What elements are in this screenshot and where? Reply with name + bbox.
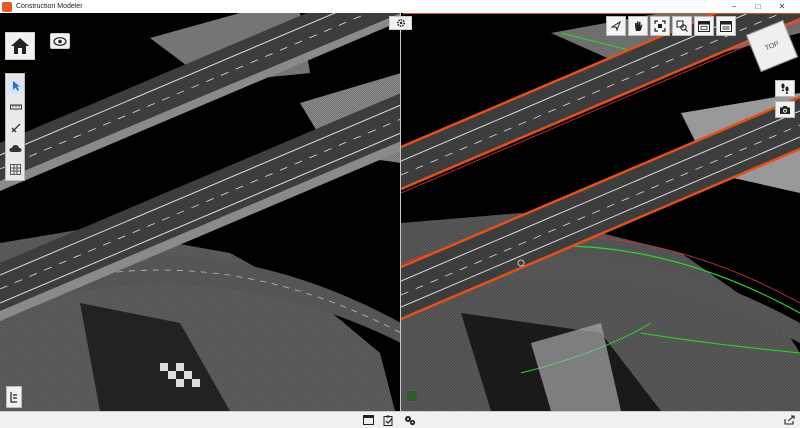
origin-marker-icon [407,391,417,401]
export-icon [784,415,795,425]
maximize-button[interactable]: □ [746,0,770,13]
measure-icon [9,104,22,109]
fit-button[interactable] [650,16,670,36]
pan-button[interactable] [628,16,648,36]
select-tool-button[interactable] [7,77,24,94]
measure-tool-button[interactable] [7,98,24,115]
grid-icon [10,164,21,175]
grid-tool-button[interactable] [7,161,24,178]
camera-button[interactable] [775,101,795,118]
right-toolbar [606,16,740,36]
window-b-icon [720,20,732,32]
left-toolbar [5,73,25,181]
window-controls: – □ ✕ [722,0,794,13]
cut-tool-button[interactable] [7,119,24,136]
view-cube-label: TOP [764,40,780,52]
left-3d-viewport[interactable] [0,13,401,411]
settings-pair-icon [404,415,415,425]
home-icon [11,38,29,54]
footprints-icon [781,83,789,94]
minimize-button[interactable]: – [722,0,746,13]
clipboard-button[interactable] [382,414,395,426]
window-b-button[interactable] [716,16,736,36]
walk-button[interactable] [775,80,795,97]
window-icon [363,415,374,425]
rotate-button[interactable] [606,16,626,36]
home-button[interactable] [5,32,35,60]
right-scene [401,13,800,411]
gear-icon [396,18,405,28]
window-title: Construction Modeler [16,3,83,10]
camera-icon [780,105,790,114]
select-icon [12,80,20,91]
zoom-window-icon [676,20,688,32]
legend-icon [10,392,17,403]
fit-icon [654,20,666,32]
visibility-button[interactable] [50,33,70,49]
app-logo-icon [2,1,12,12]
cut-icon [11,123,20,132]
bottom-status-bar [0,411,800,428]
settings-pair-button[interactable] [403,414,416,426]
rotate-icon [610,20,621,32]
view-settings-button[interactable] [389,16,412,30]
left-scene [0,13,401,411]
eye-icon [53,36,67,46]
title-bar: Construction Modeler – □ ✕ [0,0,800,13]
right-3d-viewport[interactable] [401,13,800,411]
window-a-icon [698,20,710,32]
window-a-button[interactable] [694,16,714,36]
legend-button[interactable] [6,386,22,408]
active-view-indicator [403,13,800,14]
export-button[interactable] [783,414,796,426]
clipboard-icon [383,415,393,426]
close-button[interactable]: ✕ [770,0,794,13]
cloud-icon [9,145,22,152]
pan-icon [635,21,643,31]
cloud-tool-button[interactable] [7,140,24,157]
zoom-window-button[interactable] [672,16,692,36]
window-button[interactable] [362,414,375,426]
